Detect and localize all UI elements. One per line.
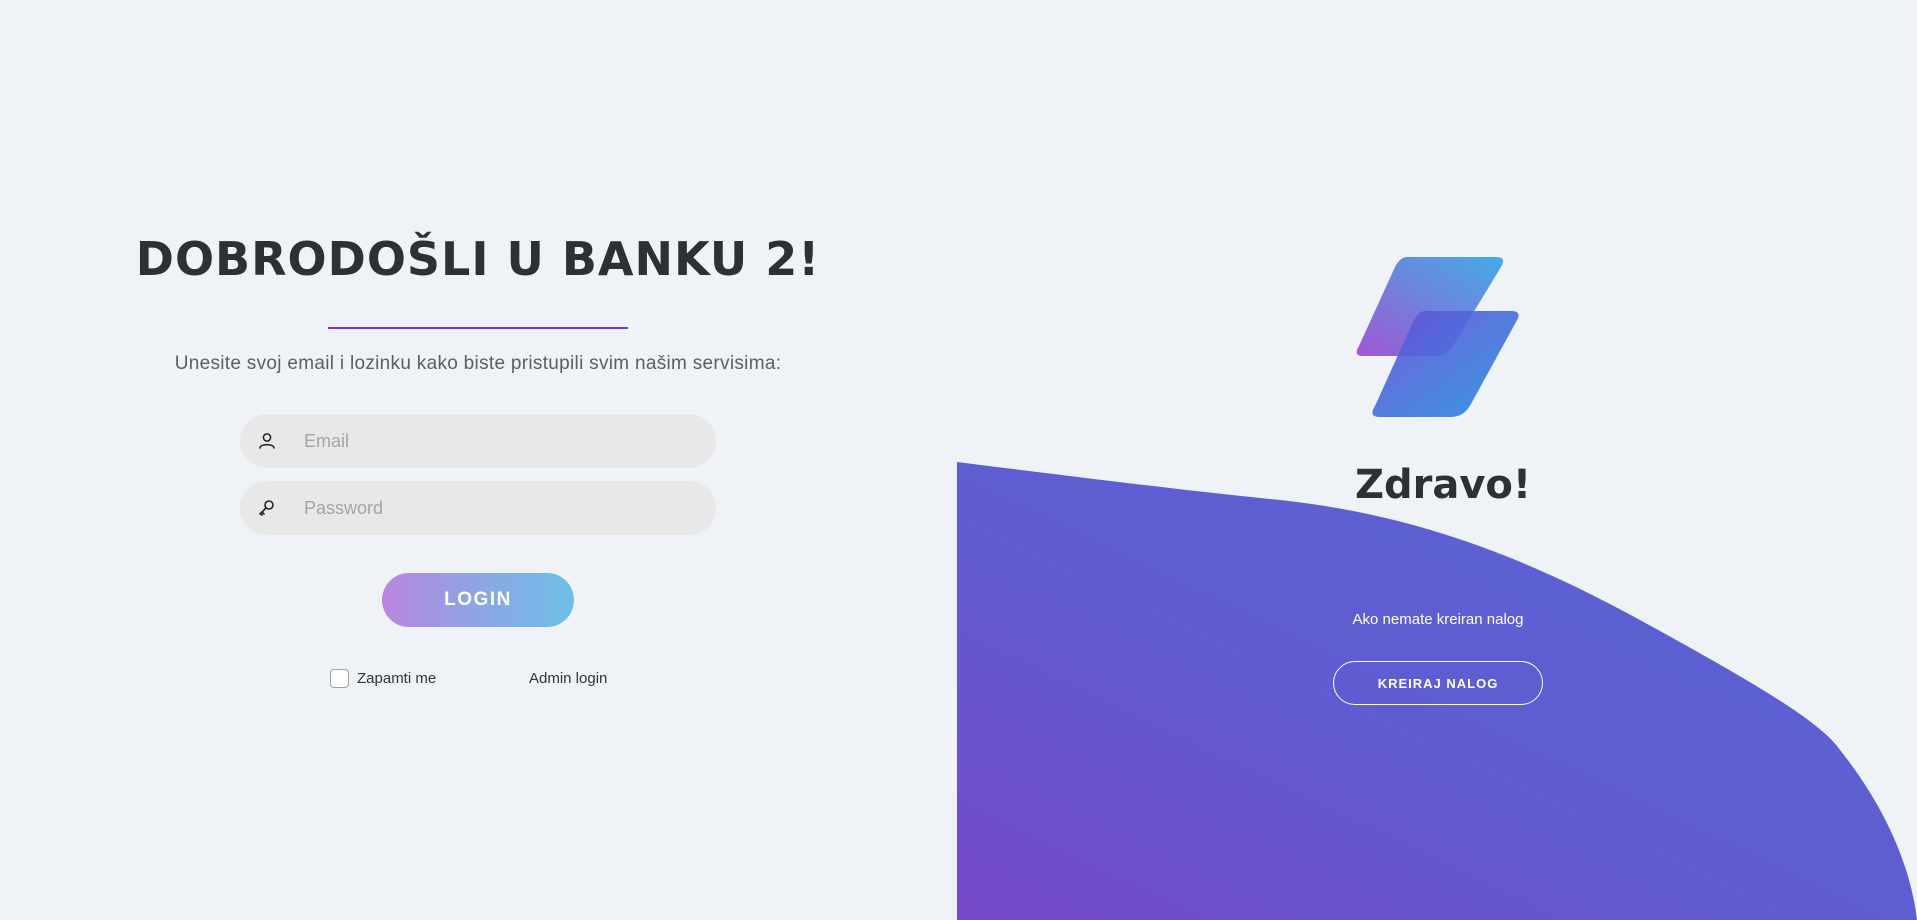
key-icon <box>259 500 274 516</box>
email-field[interactable] <box>240 414 716 468</box>
greeting-title: Zdravo! <box>1355 462 1532 508</box>
title-divider <box>328 327 628 329</box>
remember-me-label: Zapamti me <box>357 669 437 687</box>
create-account-button[interactable]: KREIRAJ NALOG <box>1333 661 1543 705</box>
password-field[interactable] <box>240 481 716 535</box>
no-account-text: Ako nemate kreiran nalog <box>1352 611 1524 628</box>
bank-logo-icon <box>1356 257 1519 417</box>
login-panel: DOBRODOŠLI U BANKU 2! Unesite svoj email… <box>0 0 956 920</box>
remember-me: Zapamti me <box>330 667 436 689</box>
admin-login-link[interactable]: Admin login <box>529 670 607 687</box>
login-instructions: Unesite svoj email i lozinku kako biste … <box>174 353 782 374</box>
user-icon <box>259 433 275 449</box>
welcome-panel: Zdravo! Ako nemate kreiran nalog KREIRAJ… <box>957 0 1917 920</box>
login-button[interactable]: LOGIN <box>382 573 574 627</box>
remember-me-checkbox[interactable] <box>330 668 349 688</box>
email-input[interactable] <box>304 414 684 468</box>
page-title: DOBRODOŠLI U BANKU 2! <box>135 232 821 286</box>
password-input[interactable] <box>304 481 684 535</box>
